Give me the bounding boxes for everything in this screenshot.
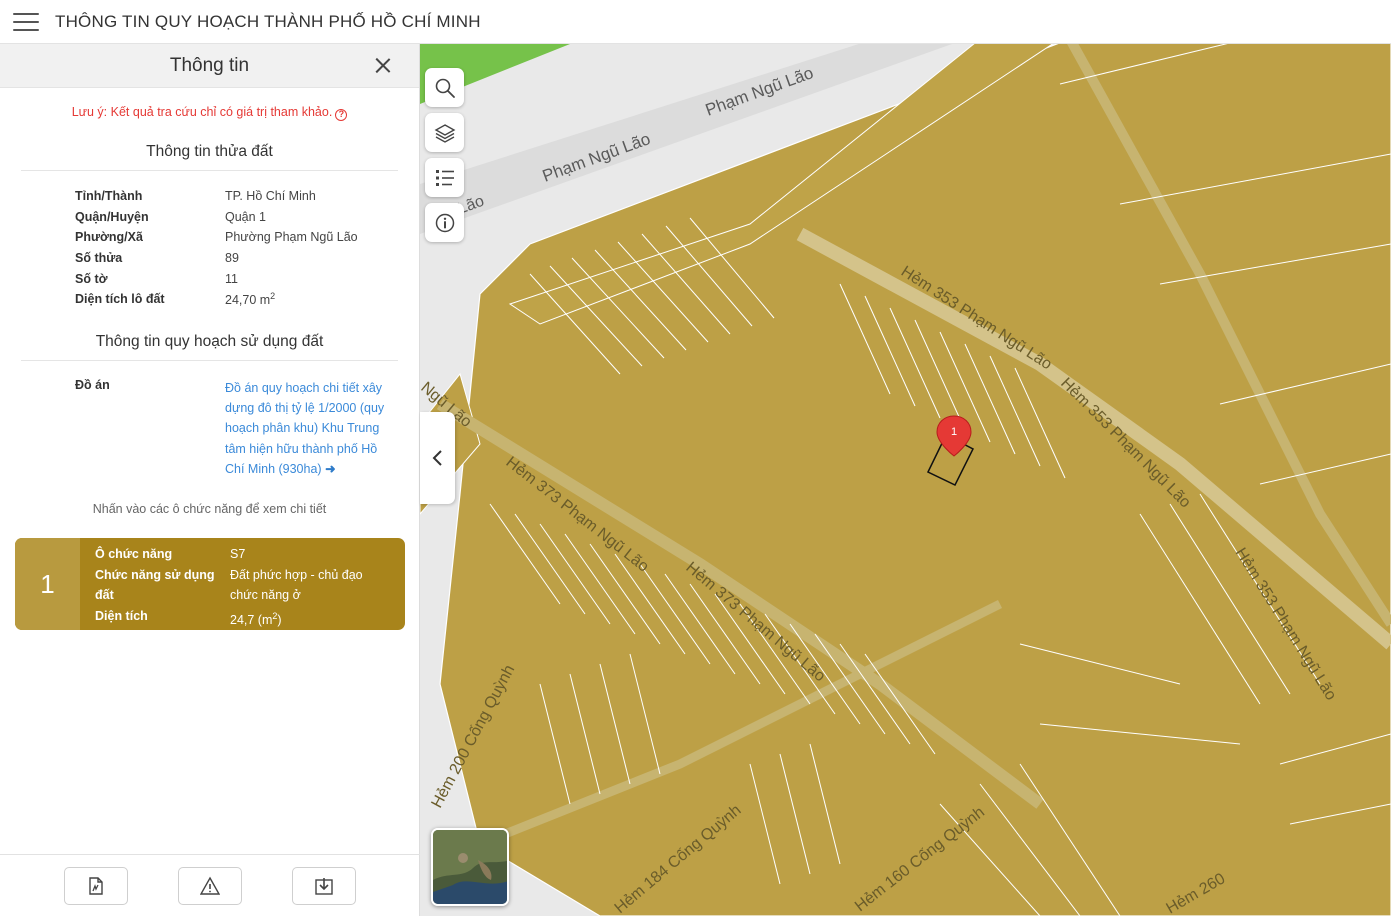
info-key: Diện tích lô đất: [75, 292, 165, 307]
info-row: Số tờ 11: [75, 268, 419, 289]
satellite-thumbnail-icon: [433, 830, 507, 904]
search-button[interactable]: [425, 68, 464, 107]
info-row: Quận/Huyện Quận 1: [75, 207, 419, 228]
parcel-section-title: Thông tin thửa đất: [21, 143, 398, 171]
function-value: S7: [230, 547, 246, 561]
function-value: 24,7 (m2): [230, 606, 380, 631]
info-row: Phường/Xã Phường Phạm Ngũ Lão: [75, 227, 419, 248]
info-value: 89: [225, 251, 239, 266]
hint-text: Nhấn vào các ô chức năng để xem chi tiết: [92, 501, 327, 516]
download-button[interactable]: [292, 866, 356, 905]
info-value: 11: [225, 271, 238, 286]
marker-label: 1: [951, 426, 957, 438]
function-card[interactable]: 1 Ô chức năng S7 Chức năng sử dụng đất Đ…: [15, 538, 405, 630]
warning-icon: [200, 876, 220, 895]
info-key: Phường/Xã: [75, 230, 143, 245]
collapse-panel-button[interactable]: [420, 412, 455, 504]
area-unit-sup: 2: [270, 291, 276, 302]
download-icon: [315, 877, 333, 895]
layers-icon: [434, 123, 455, 143]
function-row: Ô chức năng S7: [95, 544, 380, 565]
info-key: Số tờ: [75, 271, 108, 286]
area-value: 24,70 m: [225, 293, 271, 308]
arrow-right-icon: ➜: [325, 462, 336, 477]
app-title: THÔNG TIN QUY HOẠCH THÀNH PHỐ HỒ CHÍ MIN…: [55, 11, 481, 31]
info-row: Diện tích lô đất 24,70 m2: [75, 289, 419, 310]
info-row: Tỉnh/Thành TP. Hồ Chí Minh: [75, 186, 419, 207]
panel-footer: [0, 854, 420, 916]
layers-button[interactable]: [425, 113, 464, 152]
chevron-left-icon: [432, 450, 442, 466]
info-key: Quận/Huyện: [75, 209, 149, 224]
function-value: Đất phức hợp - chủ đạo chức năng ở: [230, 567, 363, 603]
function-row: Chức năng sử dụng đất Đất phức hợp - chủ…: [95, 565, 380, 606]
info-icon: [435, 213, 454, 232]
menu-icon[interactable]: [13, 12, 39, 31]
info-value: TP. Hồ Chí Minh: [225, 189, 316, 204]
panel-header: Thông tin: [0, 44, 419, 88]
help-icon[interactable]: ?: [335, 109, 348, 121]
document-icon: [89, 876, 103, 895]
function-key: Ô chức năng: [95, 547, 173, 561]
function-card-body: Ô chức năng S7 Chức năng sử dụng đất Đất…: [80, 538, 380, 630]
map-toolbar: [425, 68, 464, 248]
function-row: Diện tích 24,7 (m2): [95, 606, 380, 631]
plan-section-title: Thông tin quy hoạch sử dụng đất: [21, 333, 398, 361]
close-icon[interactable]: [373, 55, 393, 75]
map-canvas[interactable]: 1 Phạm Ngũ Lão Phạm Ngũ Lão Hẻm 353 Phạm…: [420, 44, 1391, 916]
search-icon: [435, 78, 455, 98]
info-value: Phường Phạm Ngũ Lão: [225, 230, 358, 245]
info-value: Quận 1: [225, 209, 267, 224]
info-key: Tỉnh/Thành: [75, 189, 143, 204]
plan-link[interactable]: Đồ án quy hoạch chi tiết xây dựng đô thị…: [225, 378, 395, 480]
top-bar: THÔNG TIN QUY HOẠCH THÀNH PHỐ HỒ CHÍ MIN…: [0, 0, 1391, 44]
disclaimer-note: Lưu ý: Kết quả tra cứu chỉ có giá trị th…: [0, 105, 419, 121]
plan-key: Đồ án: [75, 377, 110, 392]
report-button[interactable]: [178, 866, 242, 905]
legend-button[interactable]: [425, 158, 464, 197]
list-icon: [435, 169, 454, 186]
basemap-switcher[interactable]: [431, 828, 509, 906]
plan-link-text[interactable]: Đồ án quy hoạch chi tiết xây dựng đô thị…: [225, 381, 384, 477]
info-row: Số thửa 89: [75, 248, 419, 269]
info-value: 24,70 m2: [225, 291, 275, 307]
disclaimer-text: Lưu ý: Kết quả tra cứu chỉ có giá trị th…: [71, 105, 333, 119]
function-card-number: 1: [15, 538, 80, 630]
area-value: 24,7 (m: [230, 612, 273, 627]
function-key: Chức năng sử dụng đất: [95, 567, 215, 603]
info-button[interactable]: [425, 203, 464, 242]
map-svg[interactable]: 1 Phạm Ngũ Lão Phạm Ngũ Lão Hẻm 353 Phạm…: [420, 44, 1391, 916]
document-button[interactable]: [64, 866, 128, 905]
panel-title: Thông tin: [169, 54, 250, 76]
info-key: Số thửa: [75, 251, 123, 266]
plan-row: Đồ án Đồ án quy hoạch chi tiết xây dựng …: [75, 378, 419, 480]
area-unit-tail: ): [277, 612, 282, 627]
info-panel: Thông tin Lưu ý: Kết quả tra cứu chỉ có …: [0, 44, 420, 916]
parcel-info-table: Tỉnh/Thành TP. Hồ Chí Minh Quận/Huyện Qu…: [75, 186, 419, 310]
function-key: Diện tích: [95, 608, 148, 623]
